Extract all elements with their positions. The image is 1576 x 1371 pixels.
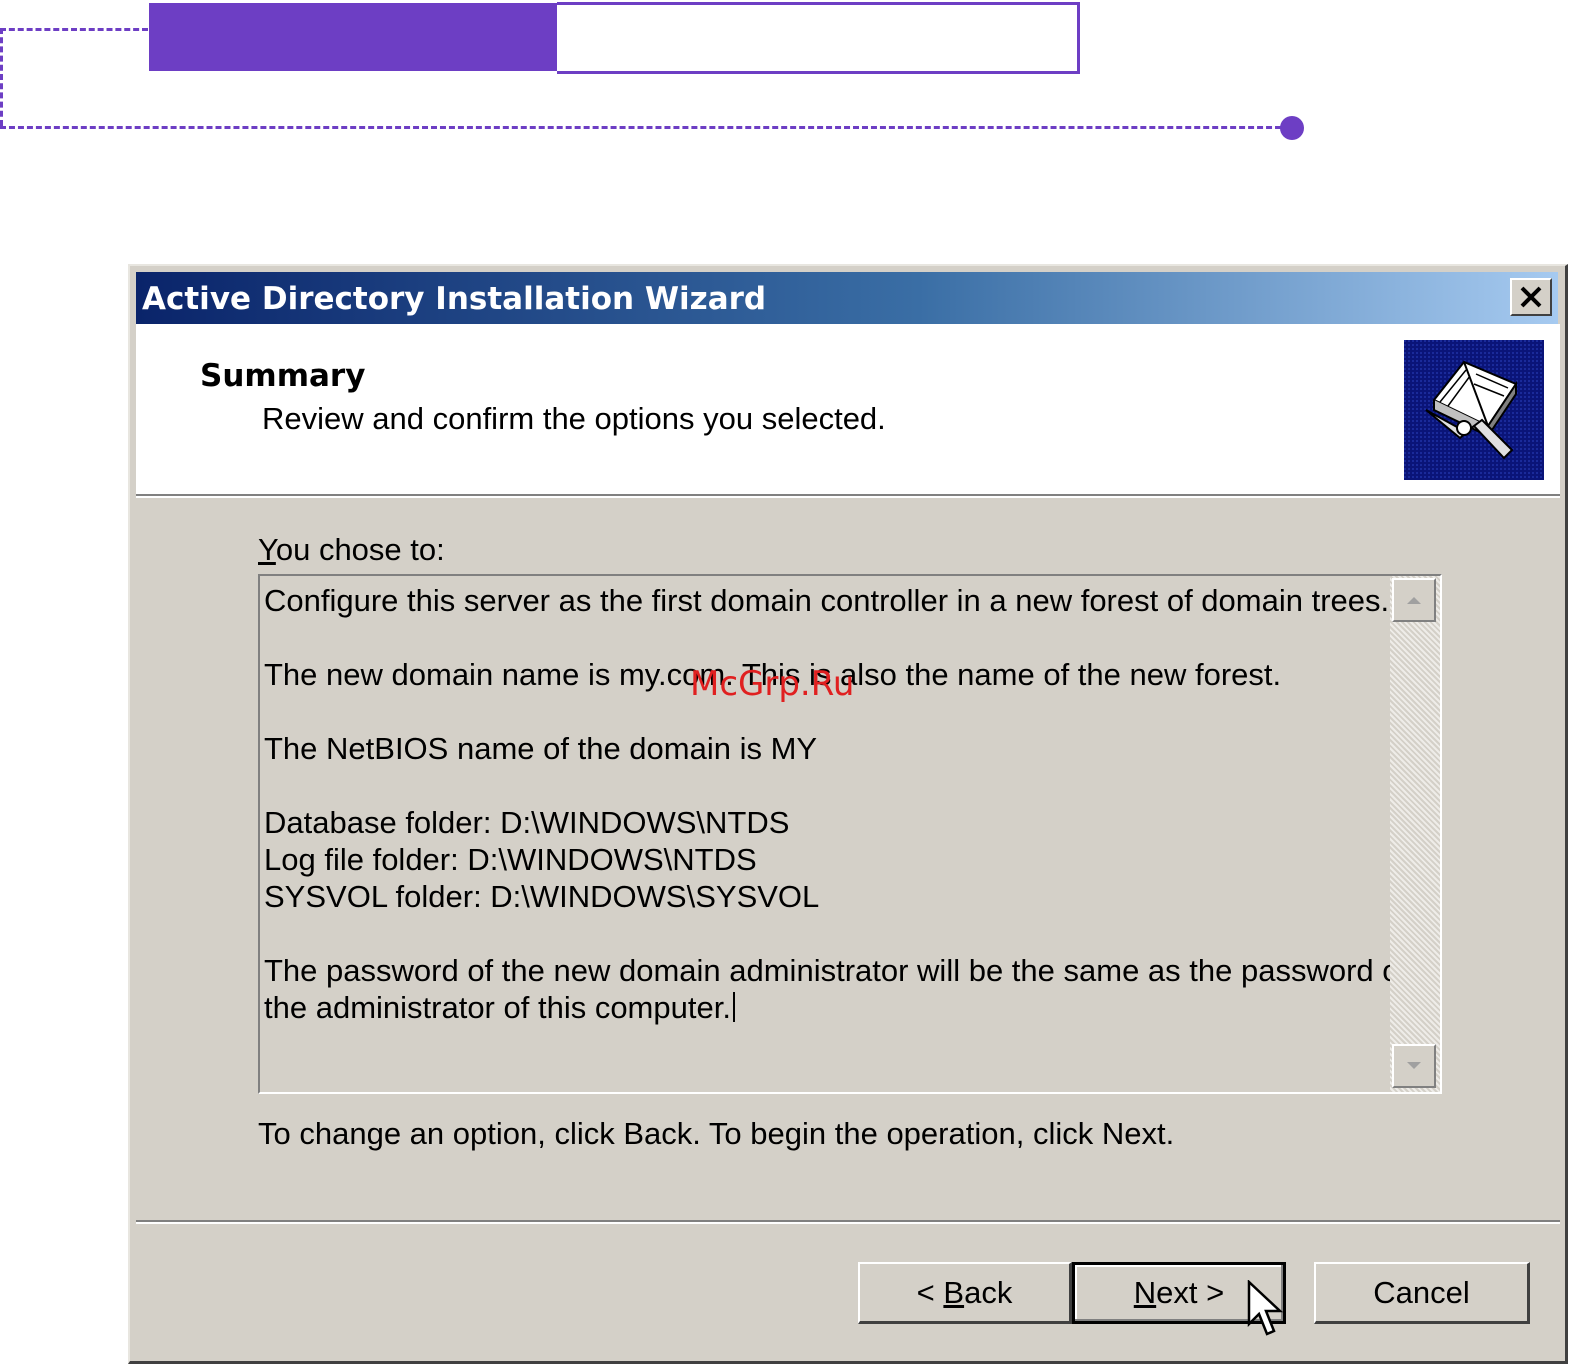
summary-line: The NetBIOS name of the domain is MY — [264, 731, 818, 766]
arrow-down-icon — [1407, 1062, 1421, 1069]
cancel-button[interactable]: Cancel — [1314, 1262, 1530, 1324]
summary-line: The password of the new domain administr… — [264, 953, 1409, 988]
scroll-up-button[interactable] — [1392, 578, 1436, 622]
mouse-pointer-icon — [1247, 1280, 1284, 1336]
summary-line-last: the administrator of this computer. — [264, 989, 1384, 1026]
directory-book-icon — [1404, 340, 1544, 480]
divider-highlight — [136, 1222, 1560, 1224]
wizard-header: Summary Review and confirm the options y… — [136, 324, 1560, 498]
options-label: You chose to: — [258, 532, 445, 567]
wizard-dialog: Active Directory Installation Wizard Sum… — [128, 264, 1568, 1364]
title-bar[interactable]: Active Directory Installation Wizard — [136, 272, 1558, 324]
summary-line: SYSVOL folder: D:\WINDOWS\SYSVOL — [264, 879, 820, 914]
text-caret — [732, 992, 735, 1022]
page-title: Summary — [200, 358, 366, 394]
header-dot — [1280, 116, 1304, 140]
window-title: Active Directory Installation Wizard — [142, 281, 767, 317]
arrow-up-icon — [1407, 597, 1421, 604]
summary-line: Configure this server as the first domai… — [264, 583, 1390, 618]
header-dotted-frame-top — [0, 28, 148, 31]
summary-line: Database folder: D:\WINDOWS\NTDS — [264, 805, 790, 840]
header-dotted-frame-left — [0, 28, 3, 126]
close-icon — [1520, 286, 1542, 308]
header-dotted-line — [0, 126, 1290, 129]
summary-textbox[interactable]: Configure this server as the first domai… — [258, 574, 1442, 1094]
summary-content: Configure this server as the first domai… — [264, 582, 1409, 1026]
summary-line: Log file folder: D:\WINDOWS\NTDS — [264, 842, 757, 877]
page-subtitle: Review and confirm the options you selec… — [262, 401, 886, 436]
scroll-down-button[interactable] — [1392, 1044, 1436, 1088]
vertical-scrollbar[interactable] — [1390, 576, 1440, 1092]
header-outline-box — [557, 2, 1080, 74]
watermark-text: McGrp.Ru — [690, 664, 855, 704]
close-button[interactable] — [1510, 278, 1552, 316]
back-button[interactable]: < Back — [858, 1262, 1072, 1324]
instruction-text: To change an option, click Back. To begi… — [258, 1116, 1175, 1151]
header-accent-bar — [149, 3, 558, 71]
